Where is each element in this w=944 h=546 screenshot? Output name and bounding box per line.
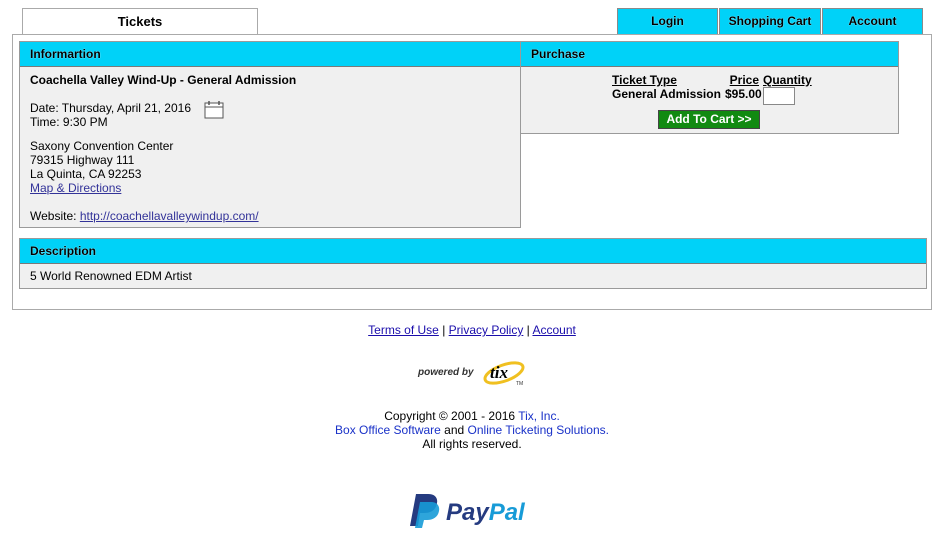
ticket-type-cell: General Admission [612, 87, 721, 101]
venue-address-line2: La Quinta, CA 92253 [30, 167, 142, 181]
link-separator: | [438, 323, 449, 337]
tix-logo-text: tix [490, 363, 508, 382]
description-panel: Description 5 World Renowned EDM Artist [19, 238, 927, 289]
add-to-cart-button[interactable]: Add To Cart >> [658, 110, 760, 129]
terms-link[interactable]: Terms of Use [368, 323, 439, 337]
event-title: Coachella Valley Wind-Up - General Admis… [30, 73, 297, 87]
calendar-icon[interactable] [204, 101, 224, 119]
venue-address-line1: 79315 Highway 111 [30, 153, 135, 167]
account-link[interactable]: Account [532, 323, 575, 337]
website-row: Website: http://coachellavalleywindup.co… [30, 209, 510, 223]
paypal-icon [410, 494, 440, 528]
purchase-header: Purchase [521, 42, 898, 67]
paypal-logo[interactable]: PayPal [404, 490, 544, 530]
venue-name: Saxony Convention Center [30, 139, 174, 153]
description-header: Description [20, 239, 926, 264]
information-header: Informartion [20, 42, 520, 67]
footer-links: Terms of Use | Privacy Policy | Account [0, 323, 944, 337]
online-ticketing-link[interactable]: Online Ticketing Solutions. [468, 423, 609, 437]
price-header: Price [729, 73, 759, 87]
paypal-text: PayPal [446, 499, 526, 526]
purchase-panel: Purchase Ticket Type Price Quantity Gene… [520, 41, 899, 134]
powered-by-text: powered by [417, 367, 474, 378]
quantity-header: Quantity [763, 73, 812, 87]
map-directions-link[interactable]: Map & Directions [30, 181, 121, 195]
and-text: and [440, 423, 468, 437]
tab-tickets[interactable]: Tickets [22, 8, 258, 35]
event-container: Informartion Coachella Valley Wind-Up - … [12, 34, 932, 310]
rights-text: All rights reserved. [422, 437, 522, 451]
trademark-text: TM [516, 381, 523, 387]
account-button[interactable]: Account [822, 8, 923, 35]
quantity-input[interactable] [763, 87, 795, 105]
ticket-type-header: Ticket Type [612, 73, 677, 87]
tix-inc-link[interactable]: Tix, Inc. [518, 409, 560, 423]
event-time: Time: 9:30 PM [30, 115, 108, 129]
shopping-cart-button[interactable]: Shopping Cart [719, 8, 821, 35]
website-label: Website: [30, 209, 80, 223]
privacy-link[interactable]: Privacy Policy [449, 323, 524, 337]
box-office-link[interactable]: Box Office Software [335, 423, 441, 437]
website-link[interactable]: http://coachellavalleywindup.com/ [80, 209, 259, 223]
information-panel: Informartion Coachella Valley Wind-Up - … [19, 41, 521, 228]
copyright-block: Copyright © 2001 - 2016 Tix, Inc. Box Of… [0, 409, 944, 451]
login-button[interactable]: Login [617, 8, 718, 35]
event-date: Date: Thursday, April 21, 2016 [30, 101, 191, 115]
powered-by-tix-logo[interactable]: powered by tix TM [416, 354, 528, 388]
description-text: 5 World Renowned EDM Artist [30, 269, 192, 283]
copyright-text: Copyright © 2001 - 2016 [384, 409, 519, 423]
